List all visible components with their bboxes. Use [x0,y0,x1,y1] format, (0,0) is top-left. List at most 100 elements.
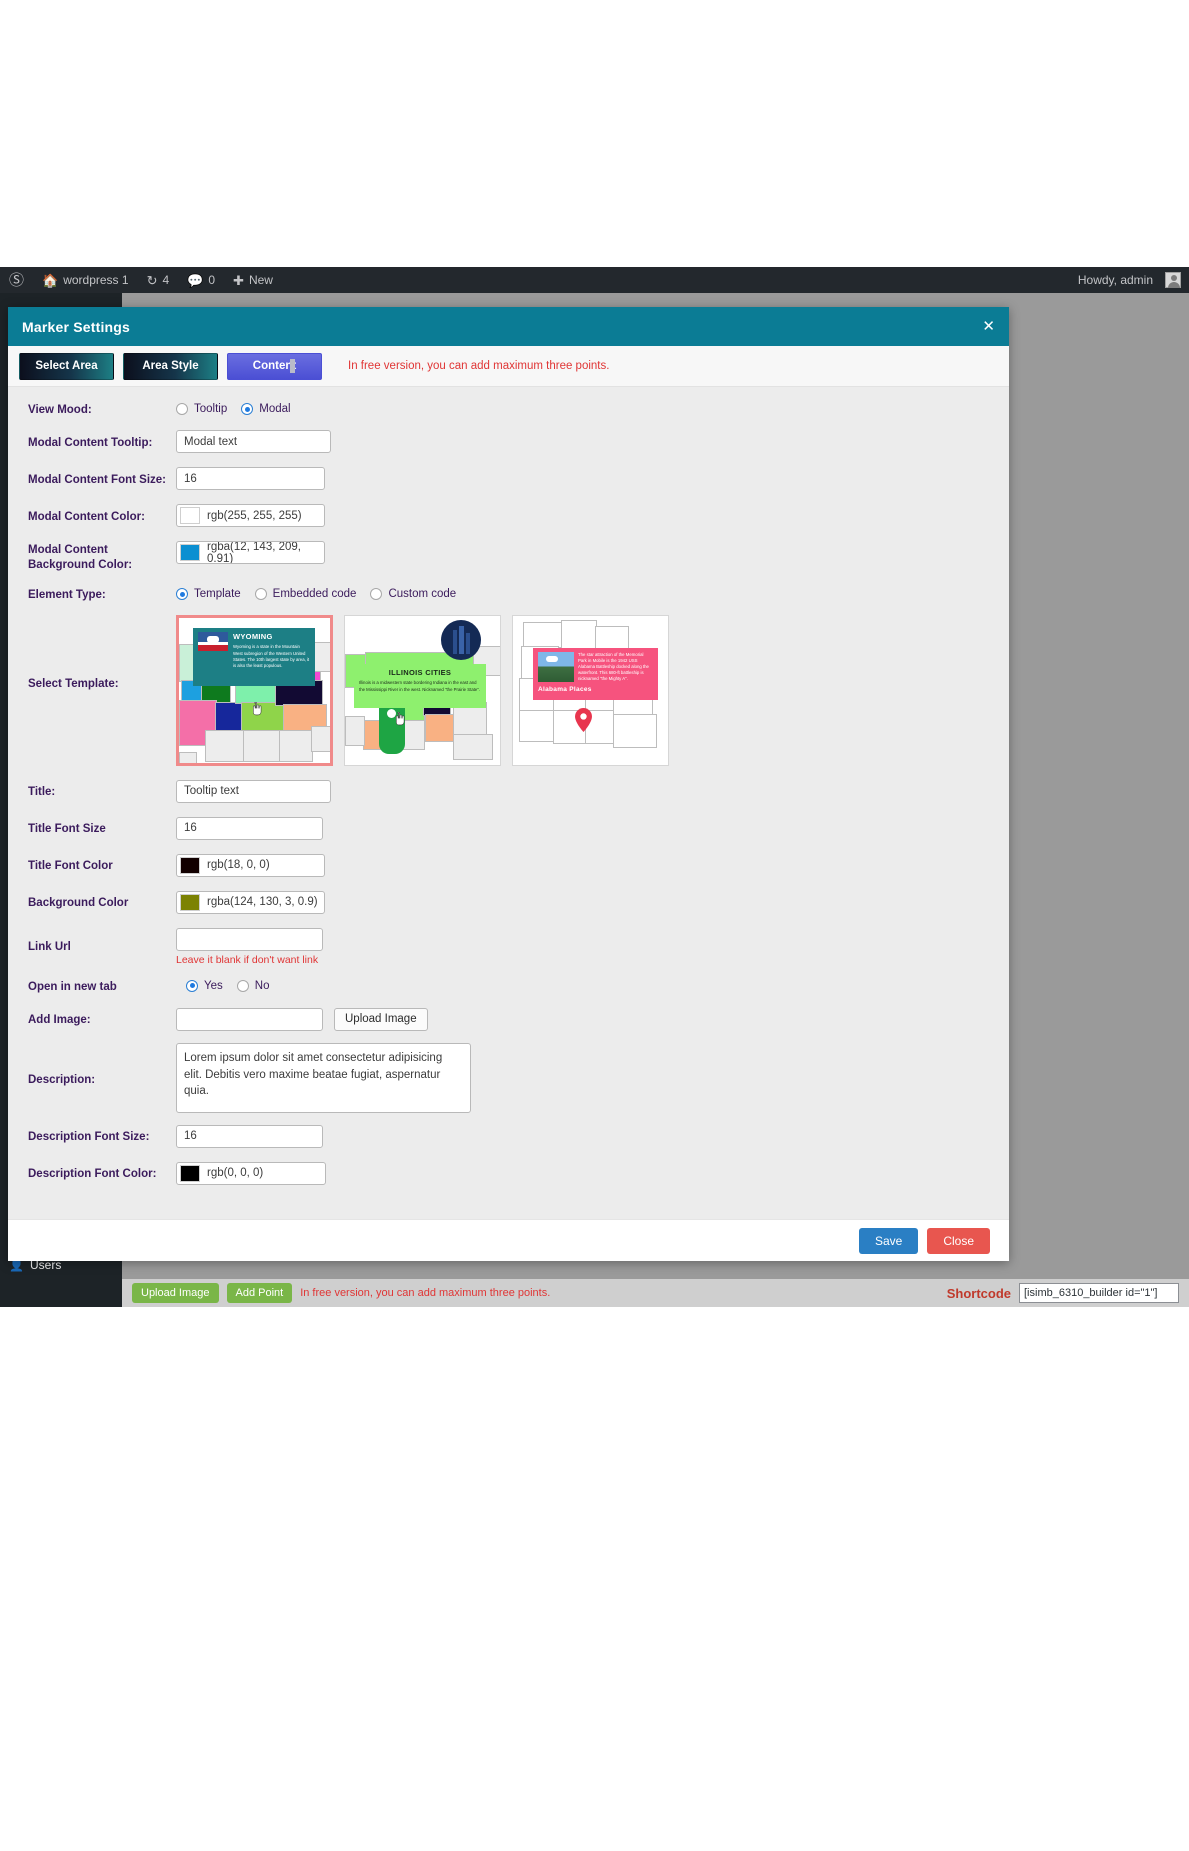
field-label: Description: [28,1073,96,1086]
field-add-image: Add Image: Upload Image [8,1007,1009,1031]
template-gallery: WYOMING Wyoming is a state in the Mounta… [176,614,1009,766]
wyoming-flag-icon [198,631,228,651]
field-background-color: Background Color rgba(124, 130, 3, 0.9) [8,890,1009,914]
upload-image-button[interactable]: Upload Image [132,1283,219,1303]
view-mood-radio-group: Tooltip Modal [176,403,1009,416]
radio-yes[interactable] [186,979,198,992]
field-title-font-color: Title Font Color rgb(18, 0, 0) [8,853,1009,877]
radio-template[interactable] [176,588,188,601]
field-label: Select Template: [28,677,119,690]
field-label: Background Color [28,896,129,909]
description-font-color-picker[interactable]: rgb(0, 0, 0) [176,1161,326,1185]
modal-header: Marker Settings ✕ [8,307,1009,346]
link-url-control: Leave it blank if don't want link [176,927,1009,966]
site-name-label: wordpress 1 [63,273,129,287]
background-color-picker[interactable]: rgba(124, 130, 3, 0.9) [176,890,325,914]
updates-count: 4 [162,273,170,287]
field-label: Title Font Size [28,822,106,835]
description-textarea[interactable]: Lorem ipsum dolor sit amet consectetur a… [176,1042,471,1113]
radio-no-label: No [254,979,270,992]
radio-template-label: Template [194,588,241,601]
open-new-tab-radio-group: Yes No [176,979,1009,992]
wp-logo-menu[interactable]: Ⓢ [0,267,33,293]
comments-menu[interactable]: 💬 0 [178,267,224,293]
hand-pointer-cursor-icon [396,711,405,725]
my-account-menu[interactable]: Howdy, admin [1069,267,1181,293]
field-title: Title: [8,779,1009,803]
link-url-input[interactable] [176,927,323,951]
radio-tooltip[interactable] [176,403,188,416]
template-card-title: Alabama Places [538,686,592,694]
site-name-menu[interactable]: 🏠 wordpress 1 [33,267,138,293]
template-card-title: WYOMING [233,631,273,641]
tab-label: Select Area [35,360,98,372]
close-button[interactable]: Close [927,1227,990,1254]
comments-count: 0 [208,273,216,287]
save-button[interactable]: Save [858,1227,919,1254]
template-option-wyoming[interactable]: WYOMING Wyoming is a state in the Mounta… [176,614,333,766]
radio-embedded-code-label: Embedded code [272,588,357,601]
modal-content-tooltip-input[interactable] [176,430,331,454]
title-font-color-picker[interactable]: rgb(18, 0, 0) [176,853,325,877]
radio-custom-code[interactable] [370,588,383,601]
field-modal-content-color: Modal Content Color: rgb(255, 255, 255) [8,504,1009,528]
field-label: Modal Content Background Color: [28,544,133,571]
template-card: ILLINOIS CITIES Illinois is a midwestern… [354,663,486,708]
color-value-label: rgb(18, 0, 0) [207,859,270,871]
field-description: Description: Lorem ipsum dolor sit amet … [8,1042,1009,1113]
template-card: WYOMING Wyoming is a state in the Mounta… [193,627,315,686]
description-font-size-input[interactable] [176,1124,323,1148]
add-image-input[interactable] [176,1007,323,1031]
field-link-url: Link Url Leave it blank if don't want li… [8,927,1009,966]
updates-menu[interactable]: ↻ 4 [138,267,179,293]
shortcode-label: Shortcode [946,1285,1011,1301]
shortcode-input[interactable] [1019,1283,1179,1303]
new-label: New [248,273,273,287]
tab-area-style[interactable]: Area Style [123,352,218,380]
tab-content[interactable]: Content [227,352,322,380]
modal-content-color-picker[interactable]: rgb(255, 255, 255) [176,504,325,528]
template-card-body: Illinois is a midwestern state bordering… [359,680,481,692]
field-label: Description Font Size: [28,1131,150,1144]
radio-no[interactable] [236,979,249,992]
field-label: Add Image: [28,1014,91,1027]
field-element-type: Element Type: Template Embedded code Cus… [8,586,1009,602]
link-url-hint: Leave it blank if don't want link [176,953,319,966]
add-point-button[interactable]: Add Point [226,1283,293,1303]
modal-footer: Save Close [8,1219,1009,1261]
field-label: Description Font Color: [28,1168,157,1181]
template-option-illinois[interactable]: ILLINOIS CITIES Illinois is a midwestern… [344,614,501,766]
field-label: Modal Content Color: [28,510,145,523]
template-card-body: The star attraction of the Memorial Park… [578,651,649,682]
new-content-menu[interactable]: ✚ New [224,267,282,293]
wordpress-logo-icon: Ⓢ [9,271,25,289]
modal-content-font-size-input[interactable] [176,467,325,491]
updates-icon: ↻ [146,272,158,288]
radio-modal[interactable] [241,403,254,416]
title-input[interactable] [176,779,331,803]
marker-settings-modal: Marker Settings ✕ Select Area Area Style… [8,307,1009,1261]
template-card: The star attraction of the Memorial Park… [533,647,658,700]
field-label: Title Font Color [28,859,113,872]
color-swatch [180,1164,200,1182]
color-swatch [180,856,200,874]
add-image-control: Upload Image [176,1007,1009,1031]
tab-select-area[interactable]: Select Area [19,352,114,380]
upload-image-button[interactable]: Upload Image [334,1007,428,1031]
template-option-alabama[interactable]: The star attraction of the Memorial Park… [512,614,669,766]
field-modal-content-tooltip: Modal Content Tooltip: [8,430,1009,454]
hand-pointer-cursor-icon [253,701,262,715]
close-icon[interactable]: ✕ [982,319,995,334]
plus-icon: ✚ [233,272,244,288]
home-icon: 🏠 [42,272,59,288]
field-title-font-size: Title Font Size [8,816,1009,840]
comment-bubble-icon: 💬 [187,272,204,288]
radio-yes-label: Yes [204,979,223,992]
template-card-title: ILLINOIS CITIES [388,667,452,677]
field-label: Modal Content Font Size: [28,473,166,486]
radio-embedded-code[interactable] [254,588,267,601]
modal-content-background-color-picker[interactable]: rgba(12, 143, 209, 0.91) [176,541,325,565]
modal-body: View Mood: Tooltip Modal Modal Content T… [8,387,1009,1219]
title-font-size-input[interactable] [176,816,323,840]
field-label: Element Type: [28,589,106,602]
